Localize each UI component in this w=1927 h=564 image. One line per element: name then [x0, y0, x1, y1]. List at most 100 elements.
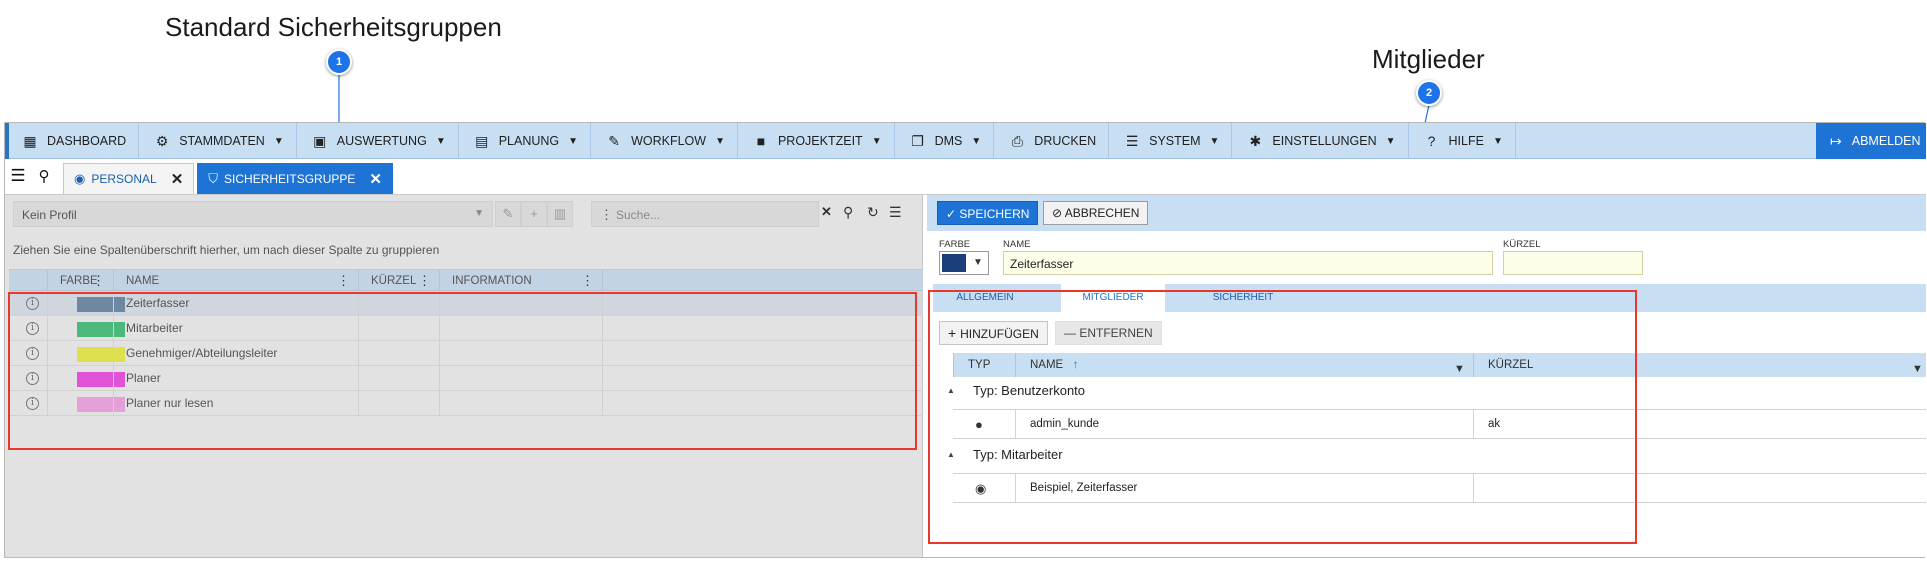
caret-down-icon: ▼ [715, 135, 725, 147]
close-icon[interactable]: ✕ [369, 170, 382, 188]
annotation-title-members: Mitglieder [1372, 44, 1485, 74]
kebab-menu-icon[interactable]: ⋮ [337, 270, 350, 292]
nav-label: EINSTELLUNGEN [1272, 134, 1377, 148]
col-header-kuerzel[interactable]: KÜRZEL ⋮ [358, 270, 439, 292]
group-by-hint: Ziehen Sie eine Spaltenüberschrift hierh… [13, 243, 440, 257]
profile-select-value: Kein Profil [22, 208, 77, 222]
kebab-menu-icon[interactable]: ⋮ [418, 270, 431, 292]
col-header-filler [602, 270, 923, 292]
nav-dashboard[interactable]: ▦ DASHBOARD [5, 123, 140, 159]
caret-down-icon: ▼ [971, 135, 982, 147]
tab-bar: ☰ ⚲ ◉ PERSONAL ✕ ⛉ SICHERHEITSGRUPPE ✕ [5, 159, 1926, 195]
nav-system[interactable]: ☰ SYSTEM ▼ [1109, 123, 1233, 159]
caret-down-icon: ▼ [435, 135, 446, 147]
kebab-menu-icon[interactable]: ⋮ [92, 270, 105, 292]
trash-icon: ▥ [553, 206, 567, 221]
cancel-icon: ⊘ [1052, 206, 1065, 220]
nav-label: WORKFLOW [631, 134, 707, 148]
kebab-menu-icon[interactable]: ⋮ [581, 270, 594, 292]
logout-button[interactable]: ↦ ABMELDEN [1816, 123, 1926, 159]
callout-badge-2: 2 [1416, 80, 1442, 106]
kebab-menu-icon: ⋮ [600, 207, 613, 222]
nav-workflow[interactable]: ✎ WORKFLOW ▼ [591, 123, 738, 159]
gears-icon: ⚙ [155, 132, 169, 149]
name-label: NAME [1003, 239, 1031, 250]
nav-label: DRUCKEN [1034, 134, 1097, 148]
nav-label: DASHBOARD [47, 134, 127, 148]
clear-icon[interactable]: ✕ [821, 204, 832, 220]
caret-down-icon: ▼ [871, 135, 882, 147]
col-header-label: NAME [126, 275, 160, 287]
caret-down-icon: ▼ [1385, 135, 1396, 147]
logout-label: ABMELDEN [1851, 134, 1921, 148]
pencil-icon: ✎ [502, 206, 514, 221]
caret-down-icon: ▼ [568, 135, 579, 147]
close-icon[interactable]: ✕ [171, 170, 184, 188]
profile-select[interactable]: Kein Profil ▼ [13, 201, 493, 227]
add-profile-button[interactable]: + [521, 201, 547, 227]
nav-hilfe[interactable]: ? HILFE ▼ [1409, 123, 1516, 159]
main-navigation: ▦ DASHBOARD ⚙ STAMMDATEN ▼ ▣ AUSWERTUNG ▼ ▤ PL… [5, 123, 1926, 159]
callout-badge-1: 1 [326, 49, 352, 75]
logout-icon: ↦ [1830, 132, 1842, 149]
cancel-button[interactable]: ⊘ ABBRECHEN [1043, 201, 1149, 225]
search-input[interactable]: ⋮ Suche... [591, 201, 819, 227]
kuerzel-label: KÜRZEL [1503, 239, 1541, 250]
nav-label: PLANUNG [498, 134, 560, 148]
nav-einstellungen[interactable]: ✱ EINSTELLUNGEN ▼ [1232, 123, 1409, 159]
farbe-label: FARBE [939, 239, 971, 250]
help-icon: ? [1427, 133, 1436, 149]
nav-label: DMS [934, 134, 963, 148]
caret-down-icon: ▼ [273, 135, 284, 147]
highlight-group-list [8, 292, 917, 450]
nav-auswertung[interactable]: ▣ AUSWERTUNG ▼ [297, 123, 459, 159]
dashboard-grid-icon: ▦ [23, 132, 37, 149]
tab-label: PERSONAL [91, 172, 157, 186]
caret-down-icon: ▼ [1492, 135, 1503, 147]
search-placeholder: Suche... [616, 208, 661, 222]
cancel-label: ABBRECHEN [1064, 206, 1140, 220]
annotation-title-standard-groups: Standard Sicherheitsgruppen [165, 12, 502, 42]
pencil-icon: ✎ [608, 132, 620, 149]
plus-icon: + [530, 206, 538, 221]
server-icon: ☰ [1125, 132, 1139, 149]
calendar-grid-icon: ▤ [475, 132, 489, 149]
list-menu-icon[interactable]: ☰ [889, 204, 902, 221]
nav-stammdaten[interactable]: ⚙ STAMMDATEN ▼ [139, 123, 297, 159]
col-header-label: INFORMATION [452, 275, 532, 287]
gear-icon: ✱ [1249, 132, 1262, 149]
col-header-farbe[interactable]: FARBE ⋮ [47, 270, 113, 292]
hamburger-menu-icon[interactable]: ☰ [5, 158, 31, 194]
printer-icon: ⎙ [1011, 132, 1023, 149]
name-field[interactable]: Zeiterfasser [1003, 251, 1493, 275]
nav-dms[interactable]: ❐ DMS ▼ [895, 123, 995, 159]
group-grid-header: FARBE ⋮ NAME ⋮ KÜRZEL ⋮ INFORMATION ⋮ [9, 269, 923, 292]
col-header-information[interactable]: INFORMATION ⋮ [439, 270, 602, 292]
kuerzel-field[interactable] [1503, 251, 1643, 275]
tab-sicherheitsgruppe[interactable]: ⛉ SICHERHEITSGRUPPE ✕ [197, 163, 393, 194]
nav-label: STAMMDATEN [179, 134, 265, 148]
col-header-name[interactable]: NAME ⋮ [113, 270, 358, 292]
nav-drucken[interactable]: ⎙ DRUCKEN [994, 123, 1110, 159]
search-icon[interactable]: ⚲ [31, 158, 57, 194]
nav-projektzeit[interactable]: ■ PROJEKTZEIT ▼ [738, 123, 895, 159]
search-icon[interactable]: ⚲ [843, 204, 853, 221]
caret-down-icon: ▼ [1209, 135, 1220, 147]
edit-profile-button[interactable]: ✎ [495, 201, 521, 227]
nav-label: HILFE [1448, 134, 1484, 148]
nav-planung[interactable]: ▤ PLANUNG ▼ [459, 123, 592, 159]
documents-icon: ❐ [911, 132, 924, 149]
highlight-members [928, 290, 1637, 544]
color-picker[interactable]: ▼ [939, 251, 989, 275]
chevron-down-icon: ▼ [474, 208, 484, 219]
save-label: SPEICHERN [959, 207, 1030, 221]
delete-profile-button[interactable]: ▥ [547, 201, 573, 227]
tab-personal[interactable]: ◉ PERSONAL ✕ [63, 163, 195, 194]
shield-icon: ⛉ [208, 171, 219, 186]
detail-toolbar: ✓ SPEICHERN ⊘ ABBRECHEN [927, 195, 1926, 231]
user-circle-icon: ◉ [74, 171, 86, 186]
save-button[interactable]: ✓ SPEICHERN [937, 201, 1039, 225]
nav-label: SYSTEM [1149, 134, 1201, 148]
refresh-icon[interactable]: ↻ [867, 204, 879, 221]
nav-label: AUSWERTUNG [336, 134, 427, 148]
